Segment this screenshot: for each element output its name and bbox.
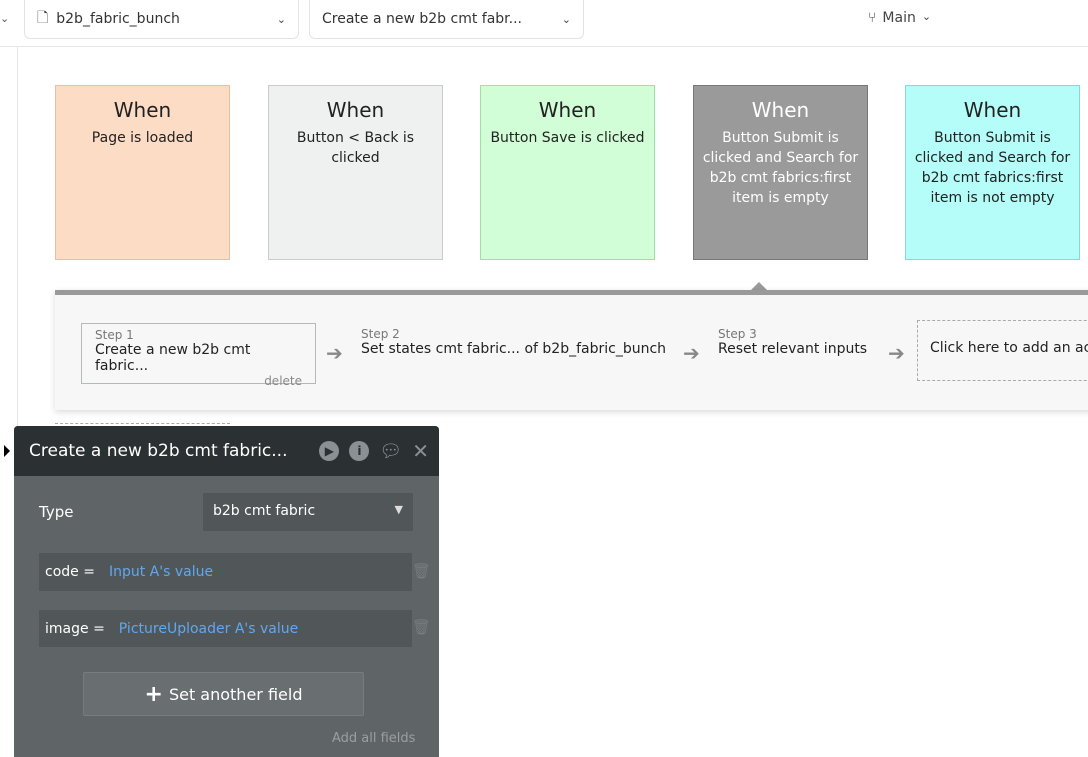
play-icon[interactable]: ▶ [319,441,340,461]
step-3[interactable]: Step 3 Reset relevant inputs [718,327,867,357]
pointer-icon [4,445,10,457]
editor-header[interactable]: Create a new b2b cmt fabric... ▶ i 💬︎ ✕ [14,426,439,476]
event-condition: Button Save is clicked [490,130,645,146]
chevron-down-icon: ⌄ [921,10,932,23]
arrow-right-icon: ➔ [888,341,905,365]
chevron-down-icon[interactable]: ⌄ [0,12,9,25]
step-2[interactable]: Step 2 Set states cmt fabric... of b2b_fa… [361,327,666,357]
arrow-right-icon: ➔ [683,341,700,365]
field-name: code [45,564,79,580]
placeholder-outline [55,423,230,424]
branch-icon: ⑂ [868,10,877,26]
page-name: b2b_fabric_bunch [56,11,180,27]
info-icon[interactable]: i [349,441,370,461]
event-card[interactable]: When Page is loaded [55,85,230,260]
step-number: Step 1 [95,328,134,342]
event-title: When [326,98,385,122]
workflow-dropdown[interactable]: Create a new b2b cmt fabr... ⌄ [309,0,584,39]
steps-panel: Step 1 Create a new b2b cmt fabric... de… [55,290,1088,410]
add-action-label: Click here to add an action... [930,340,1088,356]
trash-icon[interactable]: 🗑︎ [412,562,431,580]
type-label: Type [39,503,74,521]
field-name: image [45,620,89,637]
event-condition: Button Submit is clicked and Search for … [914,130,1071,206]
caret-down-icon: ▼ [394,503,403,516]
trash-icon[interactable]: 🗑︎ [412,618,431,636]
page-dropdown[interactable]: 🗋 b2b_fabric_bunch ⌄ [24,0,299,39]
workflow-name: Create a new b2b cmt fabr... [322,11,523,27]
chevron-down-icon: ⌄ [561,12,571,26]
event-condition: Button < Back is clicked [296,130,415,166]
field-value[interactable]: PictureUploader A's value [119,621,298,637]
plus-icon: + [144,681,163,707]
type-value: b2b cmt fabric [213,503,316,519]
field-op: = [83,564,95,580]
set-another-label: Set another field [168,684,303,704]
field-value[interactable]: Input A's value [109,564,213,580]
step-1[interactable]: Step 1 Create a new b2b cmt fabric... de… [81,323,316,388]
editor-title: Create a new b2b cmt fabric... [29,441,288,461]
branch-name: Main [882,10,916,26]
add-all-fields-link[interactable]: Add all fields [332,731,415,746]
file-icon: 🗋 [37,10,49,26]
event-condition: Button Submit is clicked and Search for … [702,130,859,206]
chevron-down-icon: ⌄ [276,12,286,26]
event-title: When [113,98,172,122]
field-row[interactable]: code = Input A's value [39,553,412,591]
event-title: When [751,98,810,122]
step-action: Create a new b2b cmt fabric... [95,342,251,374]
event-card[interactable]: When Button Save is clicked [480,85,655,260]
step-number: Step 2 [361,327,400,341]
event-condition: Page is loaded [91,130,194,146]
branch-selector[interactable]: ⑂ Main ⌄ [868,10,931,26]
type-select[interactable]: b2b cmt fabric ▼ [203,493,413,531]
step-action: Reset relevant inputs [718,341,868,357]
field-row[interactable]: image = PictureUploader A's value [39,610,412,647]
close-icon[interactable]: ✕ [412,439,429,463]
action-editor: Create a new b2b cmt fabric... ▶ i 💬︎ ✕ … [14,426,439,757]
event-card[interactable]: When Button < Back is clicked [268,85,443,260]
comment-icon[interactable]: 💬︎ [379,441,402,462]
field-op: = [93,620,105,637]
add-action-button[interactable]: Click here to add an action... [917,320,1088,381]
event-card[interactable]: When Button Submit is clicked and Search … [905,85,1080,260]
step-number: Step 3 [718,327,757,341]
event-title: When [963,98,1022,122]
event-card-selected[interactable]: When Button Submit is clicked and Search … [693,85,868,260]
arrow-right-icon: ➔ [326,341,343,365]
delete-link[interactable]: delete [95,374,302,388]
event-title: When [538,98,597,122]
step-action: Set states cmt fabric... of b2b_fabric_b… [361,341,667,357]
set-another-field-button[interactable]: + Set another field [83,672,364,716]
